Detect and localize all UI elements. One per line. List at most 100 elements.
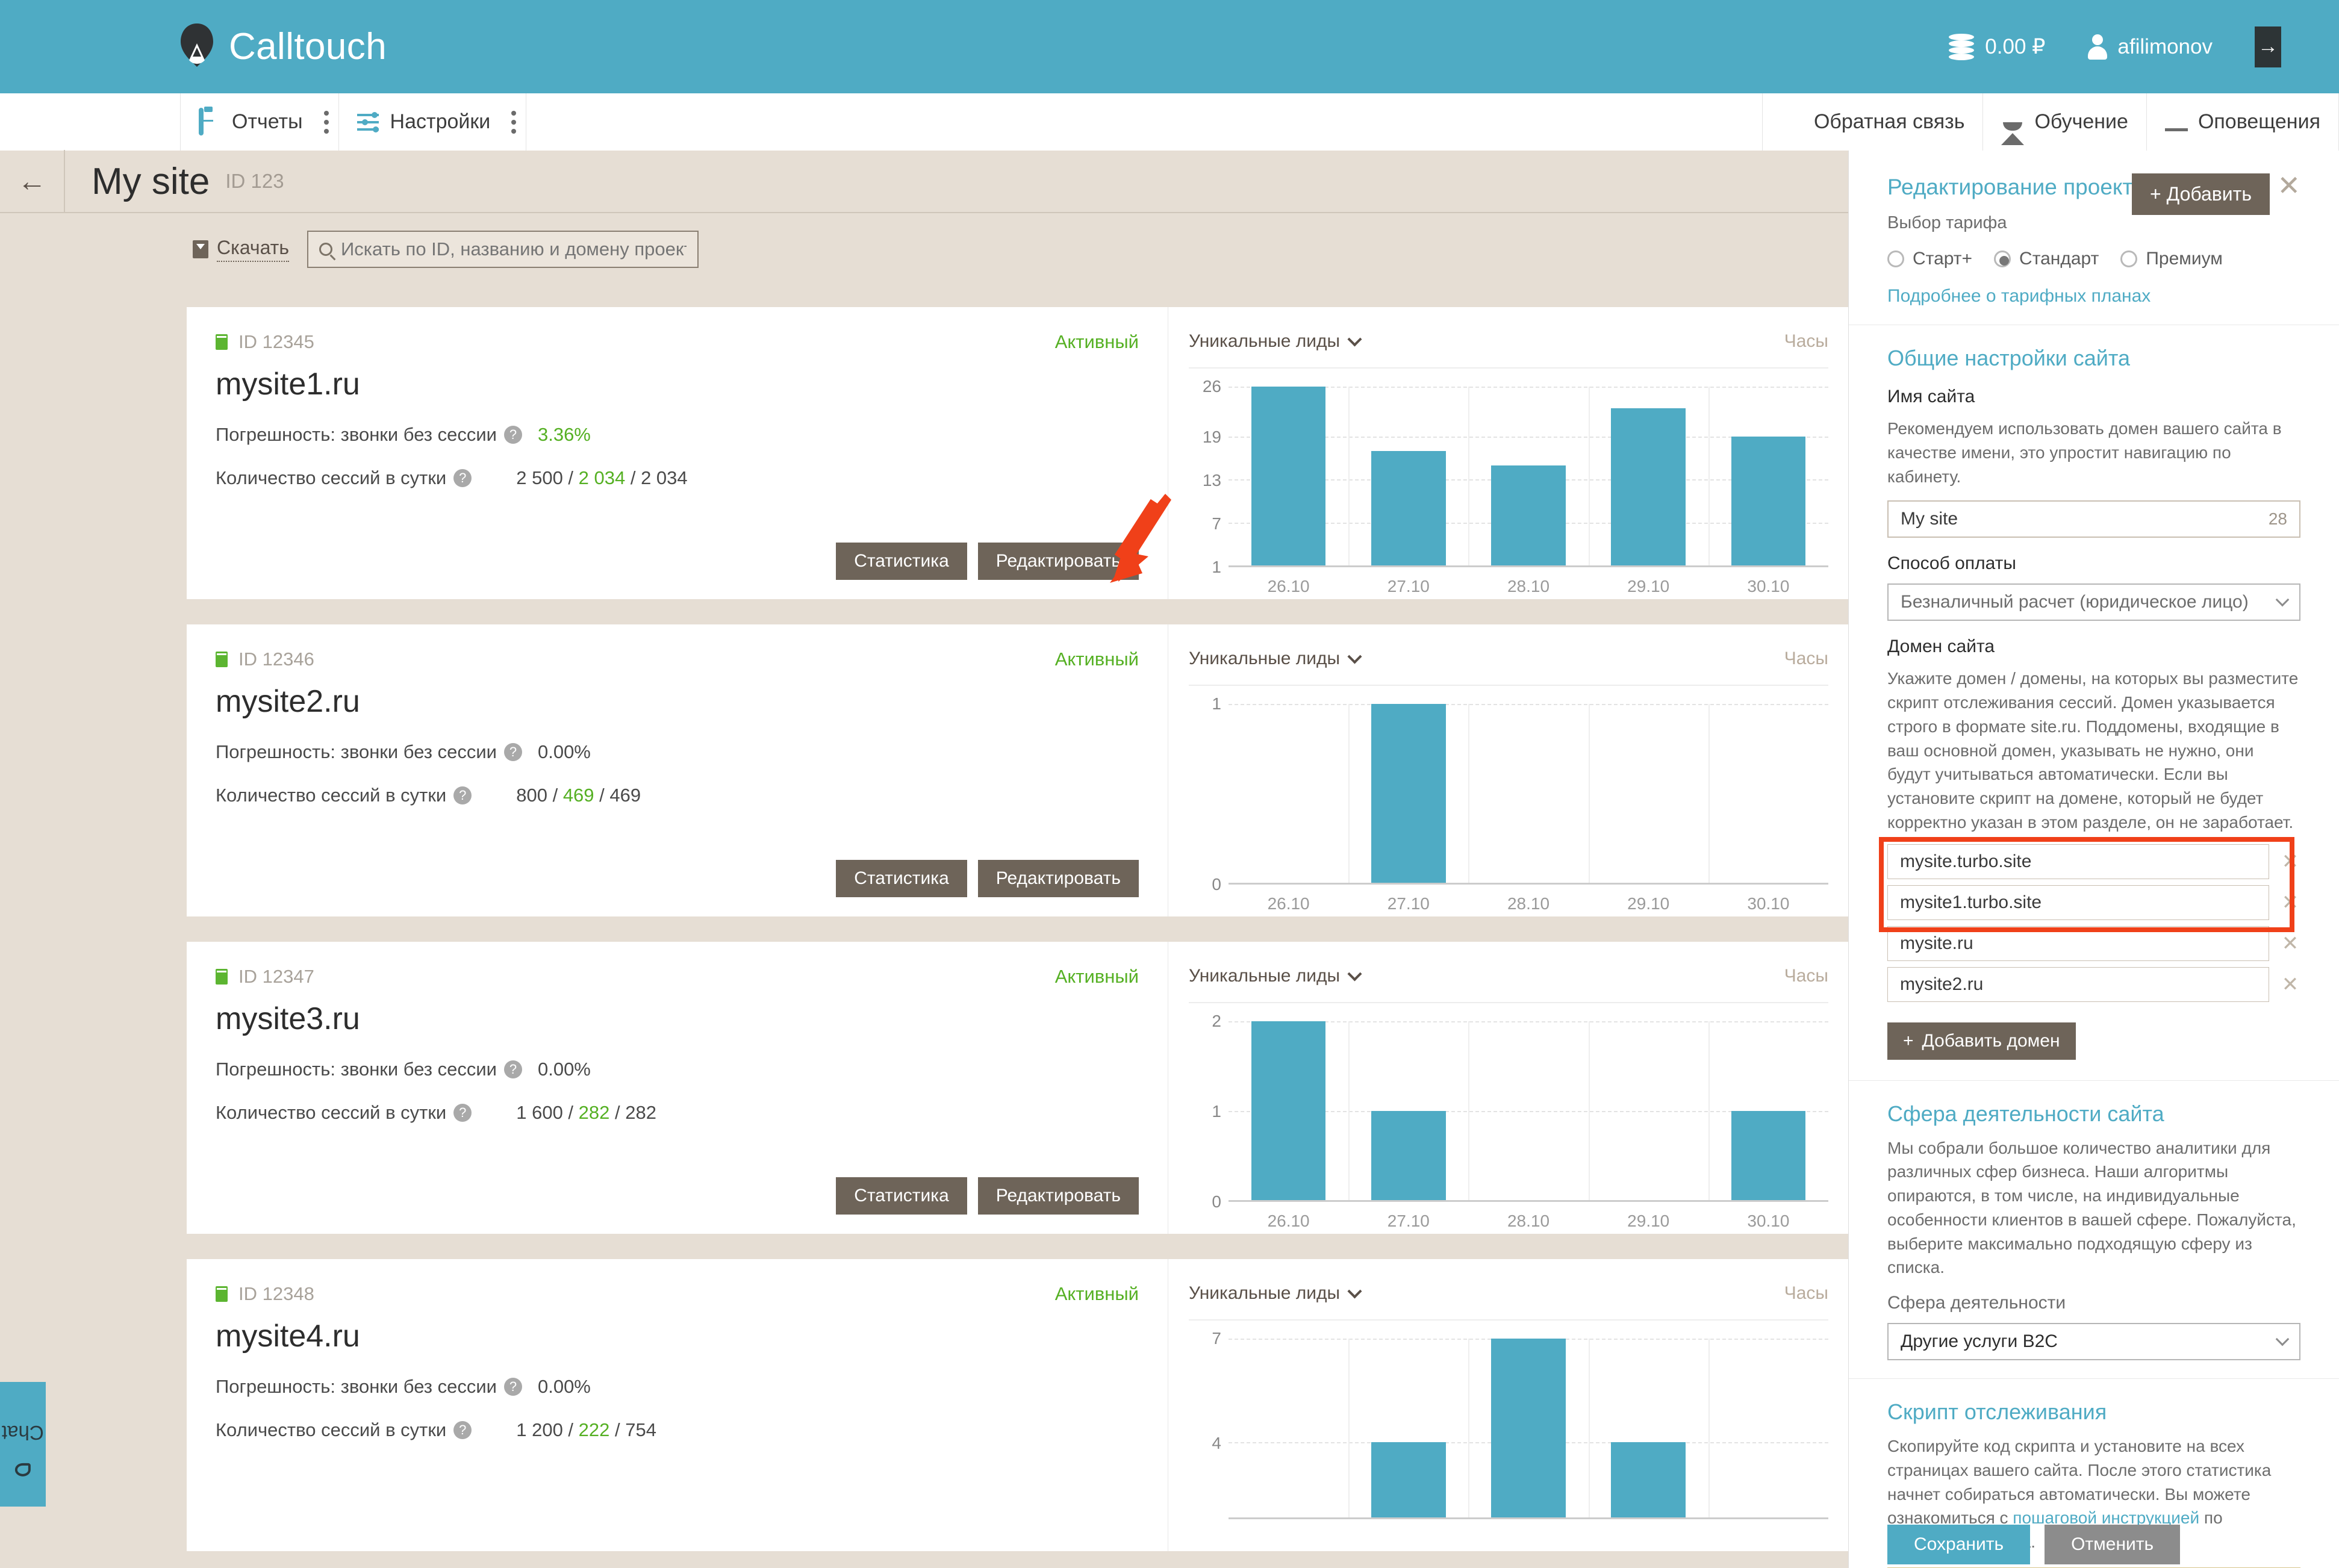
edit-button[interactable]: Редактировать: [977, 1177, 1139, 1215]
remove-domain-icon[interactable]: ✕: [2280, 932, 2300, 956]
menu-item-training[interactable]: Обучение: [1982, 93, 2147, 151]
download-button[interactable]: Скачать: [193, 237, 289, 262]
project-status-icon: [216, 334, 228, 350]
help-icon[interactable]: ?: [503, 426, 522, 444]
project-card: ID 12345 Активный mysite1.ru Погрешность…: [187, 307, 1849, 599]
domain-input[interactable]: mysite1.turbo.site: [1887, 885, 2269, 920]
script-section-title: Скрипт отслеживания: [1887, 1399, 2107, 1424]
chart-metric-select[interactable]: Уникальные лиды: [1189, 966, 1362, 986]
help-icon[interactable]: ?: [453, 1104, 472, 1122]
chart-metric-select[interactable]: Уникальные лиды: [1189, 649, 1362, 669]
project-id: ID 12348: [238, 1283, 314, 1304]
brand-name: Calltouch: [229, 26, 387, 67]
site-name-value: My site: [1901, 509, 1958, 529]
search-box[interactable]: [307, 231, 699, 268]
chat-label: Chat: [2, 1421, 44, 1444]
metric-sessions-label: Количество сессий в сутки: [216, 467, 447, 488]
add-domain-button[interactable]: + Добавить домен: [1887, 1022, 2076, 1060]
help-icon[interactable]: ?: [453, 469, 472, 487]
help-icon[interactable]: ?: [453, 786, 472, 804]
payment-method-select[interactable]: Безналичный расчет (юридическое лицо): [1887, 583, 2300, 621]
help-icon[interactable]: ?: [503, 743, 522, 761]
chart-metric-select[interactable]: Уникальные лиды: [1189, 1283, 1362, 1304]
sliders-icon: [357, 110, 380, 134]
statistics-button[interactable]: Статистика: [836, 860, 967, 897]
help-icon[interactable]: ?: [503, 1060, 522, 1078]
chat-tab[interactable]: Chat: [0, 1382, 46, 1507]
edit-button[interactable]: Редактировать: [977, 860, 1139, 897]
chart-metric-select[interactable]: Уникальные лиды: [1189, 331, 1362, 352]
remove-domain-icon[interactable]: ✕: [2280, 850, 2300, 874]
menu-item-feedback-label: Обратная связь: [1813, 110, 1965, 133]
chart-hours-label: Часы: [1784, 331, 1828, 351]
tariff-option-premium-label: Премиум: [2146, 249, 2223, 269]
balance-widget[interactable]: 0.00 ₽: [1949, 33, 2046, 60]
domain-input[interactable]: mysite.ru: [1887, 926, 2269, 961]
save-button[interactable]: Сохранить: [1887, 1525, 2031, 1564]
user-menu[interactable]: afilimonov: [2087, 34, 2213, 60]
domain-input[interactable]: mysite.turbo.site: [1887, 844, 2269, 879]
toolbar: Скачать: [0, 220, 1848, 278]
project-card-info: ID 12347 Активный mysite3.ru Погрешность…: [187, 942, 1168, 1234]
site-name-input[interactable]: My site 28: [1887, 500, 2300, 538]
close-icon[interactable]: ✕: [2277, 172, 2300, 199]
site-name-label: Имя сайта: [1887, 387, 1975, 406]
settings-kebab-icon[interactable]: [511, 110, 517, 134]
metric-error-rate: Погрешность: звонки без сессии ? 0.00%: [216, 1376, 1139, 1398]
metric-error-label: Погрешность: звонки без сессии: [216, 424, 497, 445]
bar-chart: 210: [1189, 1012, 1828, 1211]
y-axis: 26 19 13 7 1: [1202, 377, 1221, 576]
metric-error-rate: Погрешность: звонки без сессии ? 0.00%: [216, 1059, 1139, 1080]
domain-label: Домен сайта: [1887, 636, 1995, 657]
menu-item-feedback[interactable]: Обратная связь: [1761, 93, 1984, 151]
project-card: ID 12346 Активный mysite2.ru Погрешность…: [187, 624, 1849, 916]
top-bar-right: 0.00 ₽ afilimonov →: [1949, 0, 2281, 93]
brand-logo[interactable]: Calltouch: [178, 23, 387, 70]
menu-item-reports[interactable]: Отчеты: [180, 93, 339, 151]
radio-icon-selected: [1994, 250, 2011, 267]
bar-chart: 10: [1189, 694, 1828, 894]
back-button[interactable]: ←: [0, 150, 65, 213]
remove-domain-icon[interactable]: ✕: [2280, 972, 2300, 997]
tariff-option-standard[interactable]: Стандарт: [1994, 249, 2099, 269]
project-domain: mysite1.ru: [216, 367, 360, 402]
menu-item-notifications[interactable]: Оповещения: [2146, 93, 2339, 151]
reports-kebab-icon[interactable]: [323, 110, 329, 134]
tariff-option-premium[interactable]: Премиум: [2120, 249, 2223, 269]
add-project-button[interactable]: + Добавить: [2132, 173, 2270, 215]
sphere-label: Сфера деятельности: [1887, 1293, 2066, 1313]
menu-item-settings[interactable]: Настройки: [338, 93, 527, 151]
metric-sessions: Количество сессий в сутки ? 1 200 / 222 …: [216, 1419, 1139, 1441]
project-id: ID 12345: [238, 331, 314, 352]
project-id: ID 12347: [238, 966, 314, 987]
cancel-button[interactable]: Отменить: [2045, 1525, 2181, 1564]
coins-icon: [1949, 33, 1975, 60]
general-settings-title: Общие настройки сайта: [1887, 346, 2131, 370]
tariff-plans-link[interactable]: Подробнее о тарифных планах: [1887, 286, 2300, 306]
help-icon[interactable]: ?: [453, 1421, 472, 1439]
project-domain: mysite4.ru: [216, 1319, 360, 1354]
domain-row: mysite1.turbo.site ✕: [1887, 885, 2300, 920]
project-card-chart: Уникальные лиды Часы 26 19 13 7 1 26.10 …: [1168, 307, 1849, 599]
search-icon: [319, 243, 332, 256]
balance-amount: 0.00 ₽: [1985, 34, 2046, 58]
statistics-button[interactable]: Статистика: [836, 1177, 967, 1215]
sphere-select[interactable]: Другие услуги B2C: [1887, 1323, 2300, 1360]
report-icon: [199, 107, 222, 135]
domain-input[interactable]: mysite2.ru: [1887, 966, 2269, 1002]
search-input[interactable]: [341, 238, 687, 260]
y-axis: 10: [1212, 694, 1221, 894]
avatar: [2087, 34, 2108, 60]
chart-hours-label: Часы: [1784, 966, 1828, 986]
site-name-char-count: 28: [2268, 509, 2287, 529]
tariff-radio-group: Старт+ Стандарт Премиум: [1887, 249, 2300, 269]
chart-metric-label: Уникальные лиды: [1189, 331, 1341, 351]
logout-button[interactable]: →: [2255, 26, 2281, 67]
help-icon[interactable]: ?: [503, 1378, 522, 1396]
plus-icon: +: [1903, 1030, 1914, 1051]
statistics-button[interactable]: Статистика: [836, 543, 967, 580]
metric-error-label: Погрешность: звонки без сессии: [216, 1376, 497, 1397]
remove-domain-icon[interactable]: ✕: [2280, 891, 2300, 915]
tariff-option-start[interactable]: Старт+: [1887, 249, 1972, 269]
sphere-section-title: Сфера деятельности сайта: [1887, 1101, 2164, 1126]
